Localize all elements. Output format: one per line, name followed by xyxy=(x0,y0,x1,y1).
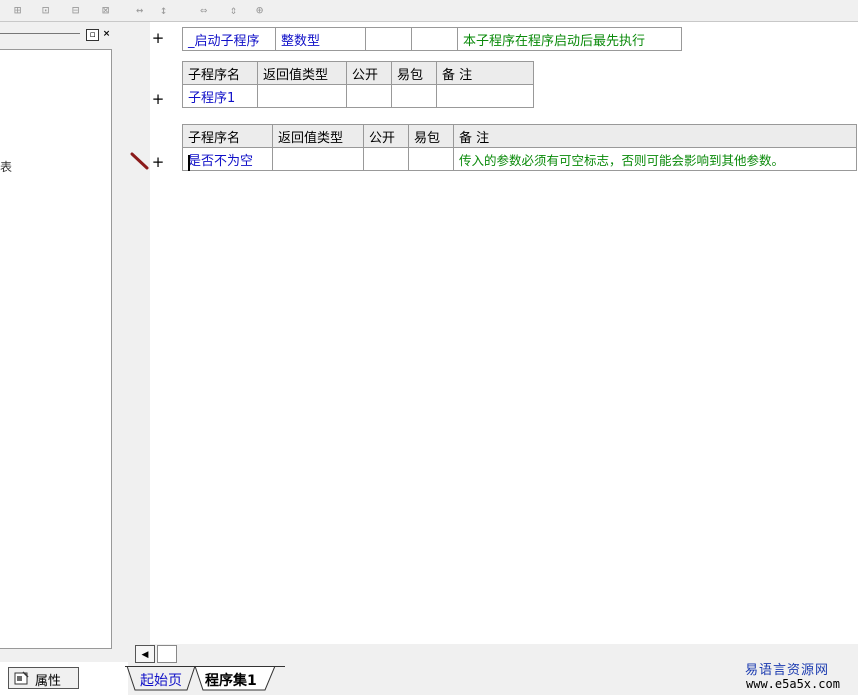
panel-content-area[interactable] xyxy=(0,49,112,649)
col-header-easy-pack: 易包 xyxy=(408,124,454,148)
public-cell[interactable] xyxy=(365,27,412,51)
return-type-cell[interactable]: 整数型 xyxy=(275,27,366,51)
startup-subroutine-table: _启动子程序 整数型 本子程序在程序启动后最先执行 xyxy=(182,27,682,51)
subroutine-name-cell[interactable]: _启动子程序 xyxy=(182,27,276,51)
col-header-remark: 备 注 xyxy=(453,124,857,148)
align-top-icon[interactable]: ⊟ xyxy=(72,2,79,18)
same-size-icon[interactable]: ⊕ xyxy=(256,2,263,18)
properties-icon xyxy=(14,671,29,685)
same-height-icon[interactable]: ⇕ xyxy=(230,2,237,18)
distribute-v-icon[interactable]: ↕ xyxy=(160,2,167,18)
easy-pack-cell[interactable] xyxy=(408,147,454,171)
remark-cell[interactable]: 本子程序在程序启动后最先执行 xyxy=(457,27,682,51)
align-left-icon[interactable]: ⊞ xyxy=(14,2,21,18)
col-header-public: 公开 xyxy=(346,61,392,85)
cut-off-label: 表 xyxy=(0,160,13,174)
subroutine-name-cell[interactable]: 子程序1 xyxy=(182,84,258,108)
line-gutter xyxy=(128,22,150,644)
subroutine-name-cell[interactable]: 是否不为空 xyxy=(182,147,273,171)
easy-pack-cell[interactable] xyxy=(411,27,458,51)
expand-icon[interactable]: + xyxy=(151,29,165,47)
code-editor[interactable] xyxy=(150,22,858,644)
remark-cell[interactable] xyxy=(436,84,534,108)
tab-assembly-1[interactable]: 程序集1 xyxy=(193,668,277,690)
subroutine-table-2: 子程序名 返回值类型 公开 易包 备 注 是否不为空 传入的参数必须有可空标志，… xyxy=(182,124,857,171)
align-toolbar: ⊞ ⊡ ⊟ ⊠ ↔ ↕ ⇔ ⇕ ⊕ xyxy=(0,0,858,22)
remark-cell[interactable]: 传入的参数必须有可空标志，否则可能会影响到其他参数。 xyxy=(453,147,857,171)
panel-grip-line xyxy=(0,33,80,34)
align-center-icon[interactable]: ⊡ xyxy=(42,2,49,18)
col-header-remark: 备 注 xyxy=(436,61,534,85)
col-header-name: 子程序名 xyxy=(182,124,273,148)
text-cursor xyxy=(188,155,190,171)
same-width-icon[interactable]: ⇔ xyxy=(200,2,207,18)
easy-pack-cell[interactable] xyxy=(391,84,437,108)
col-header-return-type: 返回值类型 xyxy=(272,124,364,148)
distribute-h-icon[interactable]: ↔ xyxy=(136,2,143,18)
return-type-cell[interactable] xyxy=(272,147,364,171)
col-header-return-type: 返回值类型 xyxy=(257,61,347,85)
watermark-url: www.e5a5x.com xyxy=(746,677,840,691)
pencil-icon xyxy=(130,152,149,170)
col-header-name: 子程序名 xyxy=(182,61,258,85)
expand-icon[interactable]: + xyxy=(151,90,165,108)
watermark-title: 易语言资源网 xyxy=(745,663,830,678)
col-header-easy-pack: 易包 xyxy=(391,61,437,85)
scroll-left-icon[interactable]: ◀ xyxy=(135,645,155,663)
tab-assembly-1-label: 程序集1 xyxy=(205,673,257,689)
tab-start-page-label: 起始页 xyxy=(140,673,182,689)
tab-start-page[interactable]: 起始页 xyxy=(130,668,192,690)
subroutine-table-1: 子程序名 返回值类型 公开 易包 备 注 子程序1 xyxy=(182,61,534,108)
restore-icon[interactable]: ▫ xyxy=(86,29,99,41)
tab-properties[interactable]: 属性 xyxy=(8,667,79,689)
scroll-thumb[interactable] xyxy=(157,645,177,663)
col-header-public: 公开 xyxy=(363,124,409,148)
public-cell[interactable] xyxy=(346,84,392,108)
close-icon[interactable]: × xyxy=(101,29,112,39)
expand-icon[interactable]: + xyxy=(151,153,165,171)
align-middle-icon[interactable]: ⊠ xyxy=(102,2,109,18)
tab-properties-label: 属性 xyxy=(35,674,62,689)
return-type-cell[interactable] xyxy=(257,84,347,108)
public-cell[interactable] xyxy=(363,147,409,171)
